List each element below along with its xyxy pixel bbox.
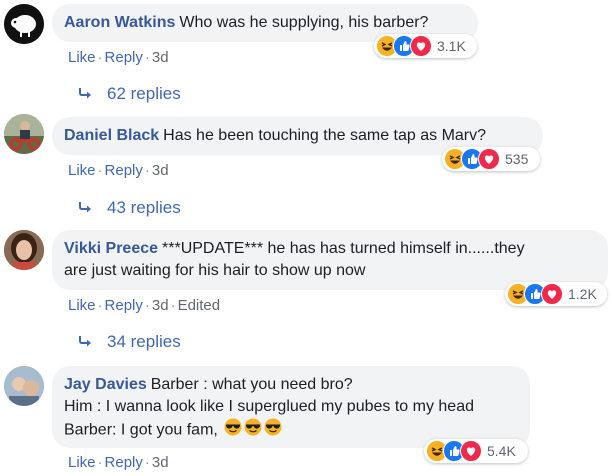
separator: · (97, 454, 103, 471)
separator: · (97, 162, 103, 179)
reaction-count: 5.4K (487, 443, 516, 459)
comment-text: Who was he supplying, his barber? (179, 14, 429, 31)
replies-count: 34 replies (107, 332, 181, 351)
comment-actions: Like · Reply · 3d · Edited (68, 297, 220, 314)
comment-text: ***UPDATE*** he has has turned himself i… (162, 240, 525, 257)
comment-text: are just waiting for his hair to show up… (64, 262, 366, 279)
comment-text: Barber: I got you fam, (64, 421, 218, 439)
comment-text: Him : I wanna look like I superglued my … (64, 398, 474, 415)
comment-author[interactable]: Jay Davies (64, 376, 147, 393)
avatar[interactable] (4, 366, 44, 406)
avatar[interactable] (4, 4, 44, 44)
reaction-count: 1.2K (568, 286, 597, 302)
reaction-summary[interactable]: 1.2K (505, 282, 607, 306)
avatar[interactable] (4, 230, 44, 270)
comment-text: Has he been touching the same tap as Mar… (163, 127, 487, 144)
reaction-count: 535 (505, 151, 529, 167)
separator: · (144, 297, 150, 314)
like-link[interactable]: Like (68, 454, 96, 471)
comment-actions: Like · Reply · 3d (68, 454, 169, 471)
reaction-summary[interactable]: 535 (442, 147, 540, 171)
comment-bubble: Vikki Preece ***UPDATE*** he has has turn… (52, 230, 608, 290)
sunglasses-emoji-icon (224, 418, 242, 443)
reply-link[interactable]: Reply (105, 297, 143, 314)
sunglasses-emoji-icon (264, 418, 282, 443)
reaction-count: 3.1K (437, 38, 466, 54)
comment-bubble: Jay Davies Barber : what you need bro? Hi… (52, 366, 530, 448)
separator: · (97, 297, 103, 314)
separator: · (144, 49, 150, 66)
comment-actions: Like · Reply · 3d (68, 49, 169, 66)
reply-arrow-icon (79, 198, 93, 218)
avatar[interactable] (4, 114, 44, 154)
reaction-summary[interactable]: 5.4K (424, 439, 528, 463)
view-replies-link[interactable]: 43 replies (79, 198, 181, 218)
reaction-summary[interactable]: 3.1K (374, 34, 477, 58)
love-icon (460, 440, 482, 462)
like-link[interactable]: Like (68, 297, 96, 314)
reply-link[interactable]: Reply (105, 454, 143, 471)
reply-link[interactable]: Reply (105, 49, 143, 66)
separator: · (144, 454, 150, 471)
comment-actions: Like · Reply · 3d (68, 162, 169, 179)
timestamp[interactable]: 3d (152, 162, 169, 179)
edited-label: Edited (177, 297, 221, 314)
comment-author[interactable]: Vikki Preece (64, 240, 158, 257)
like-link[interactable]: Like (68, 162, 96, 179)
timestamp[interactable]: 3d (152, 49, 169, 66)
reply-link[interactable]: Reply (105, 162, 143, 179)
replies-count: 62 replies (107, 84, 181, 103)
love-icon (410, 35, 432, 57)
separator: · (97, 49, 103, 66)
replies-count: 43 replies (107, 198, 181, 217)
timestamp[interactable]: 3d (152, 454, 169, 471)
comment-text: Barber : what you need bro? (150, 376, 353, 393)
reply-arrow-icon (79, 84, 93, 104)
love-icon (541, 283, 563, 305)
view-replies-link[interactable]: 62 replies (79, 84, 181, 104)
comment-author[interactable]: Daniel Black (64, 127, 159, 144)
like-link[interactable]: Like (68, 49, 96, 66)
separator: · (170, 297, 176, 314)
comment-author[interactable]: Aaron Watkins (64, 14, 175, 31)
view-replies-link[interactable]: 34 replies (79, 332, 181, 352)
timestamp[interactable]: 3d (152, 297, 169, 314)
reply-arrow-icon (79, 332, 93, 352)
sunglasses-emoji-icon (244, 418, 262, 443)
love-icon (478, 148, 500, 170)
separator: · (144, 162, 150, 179)
